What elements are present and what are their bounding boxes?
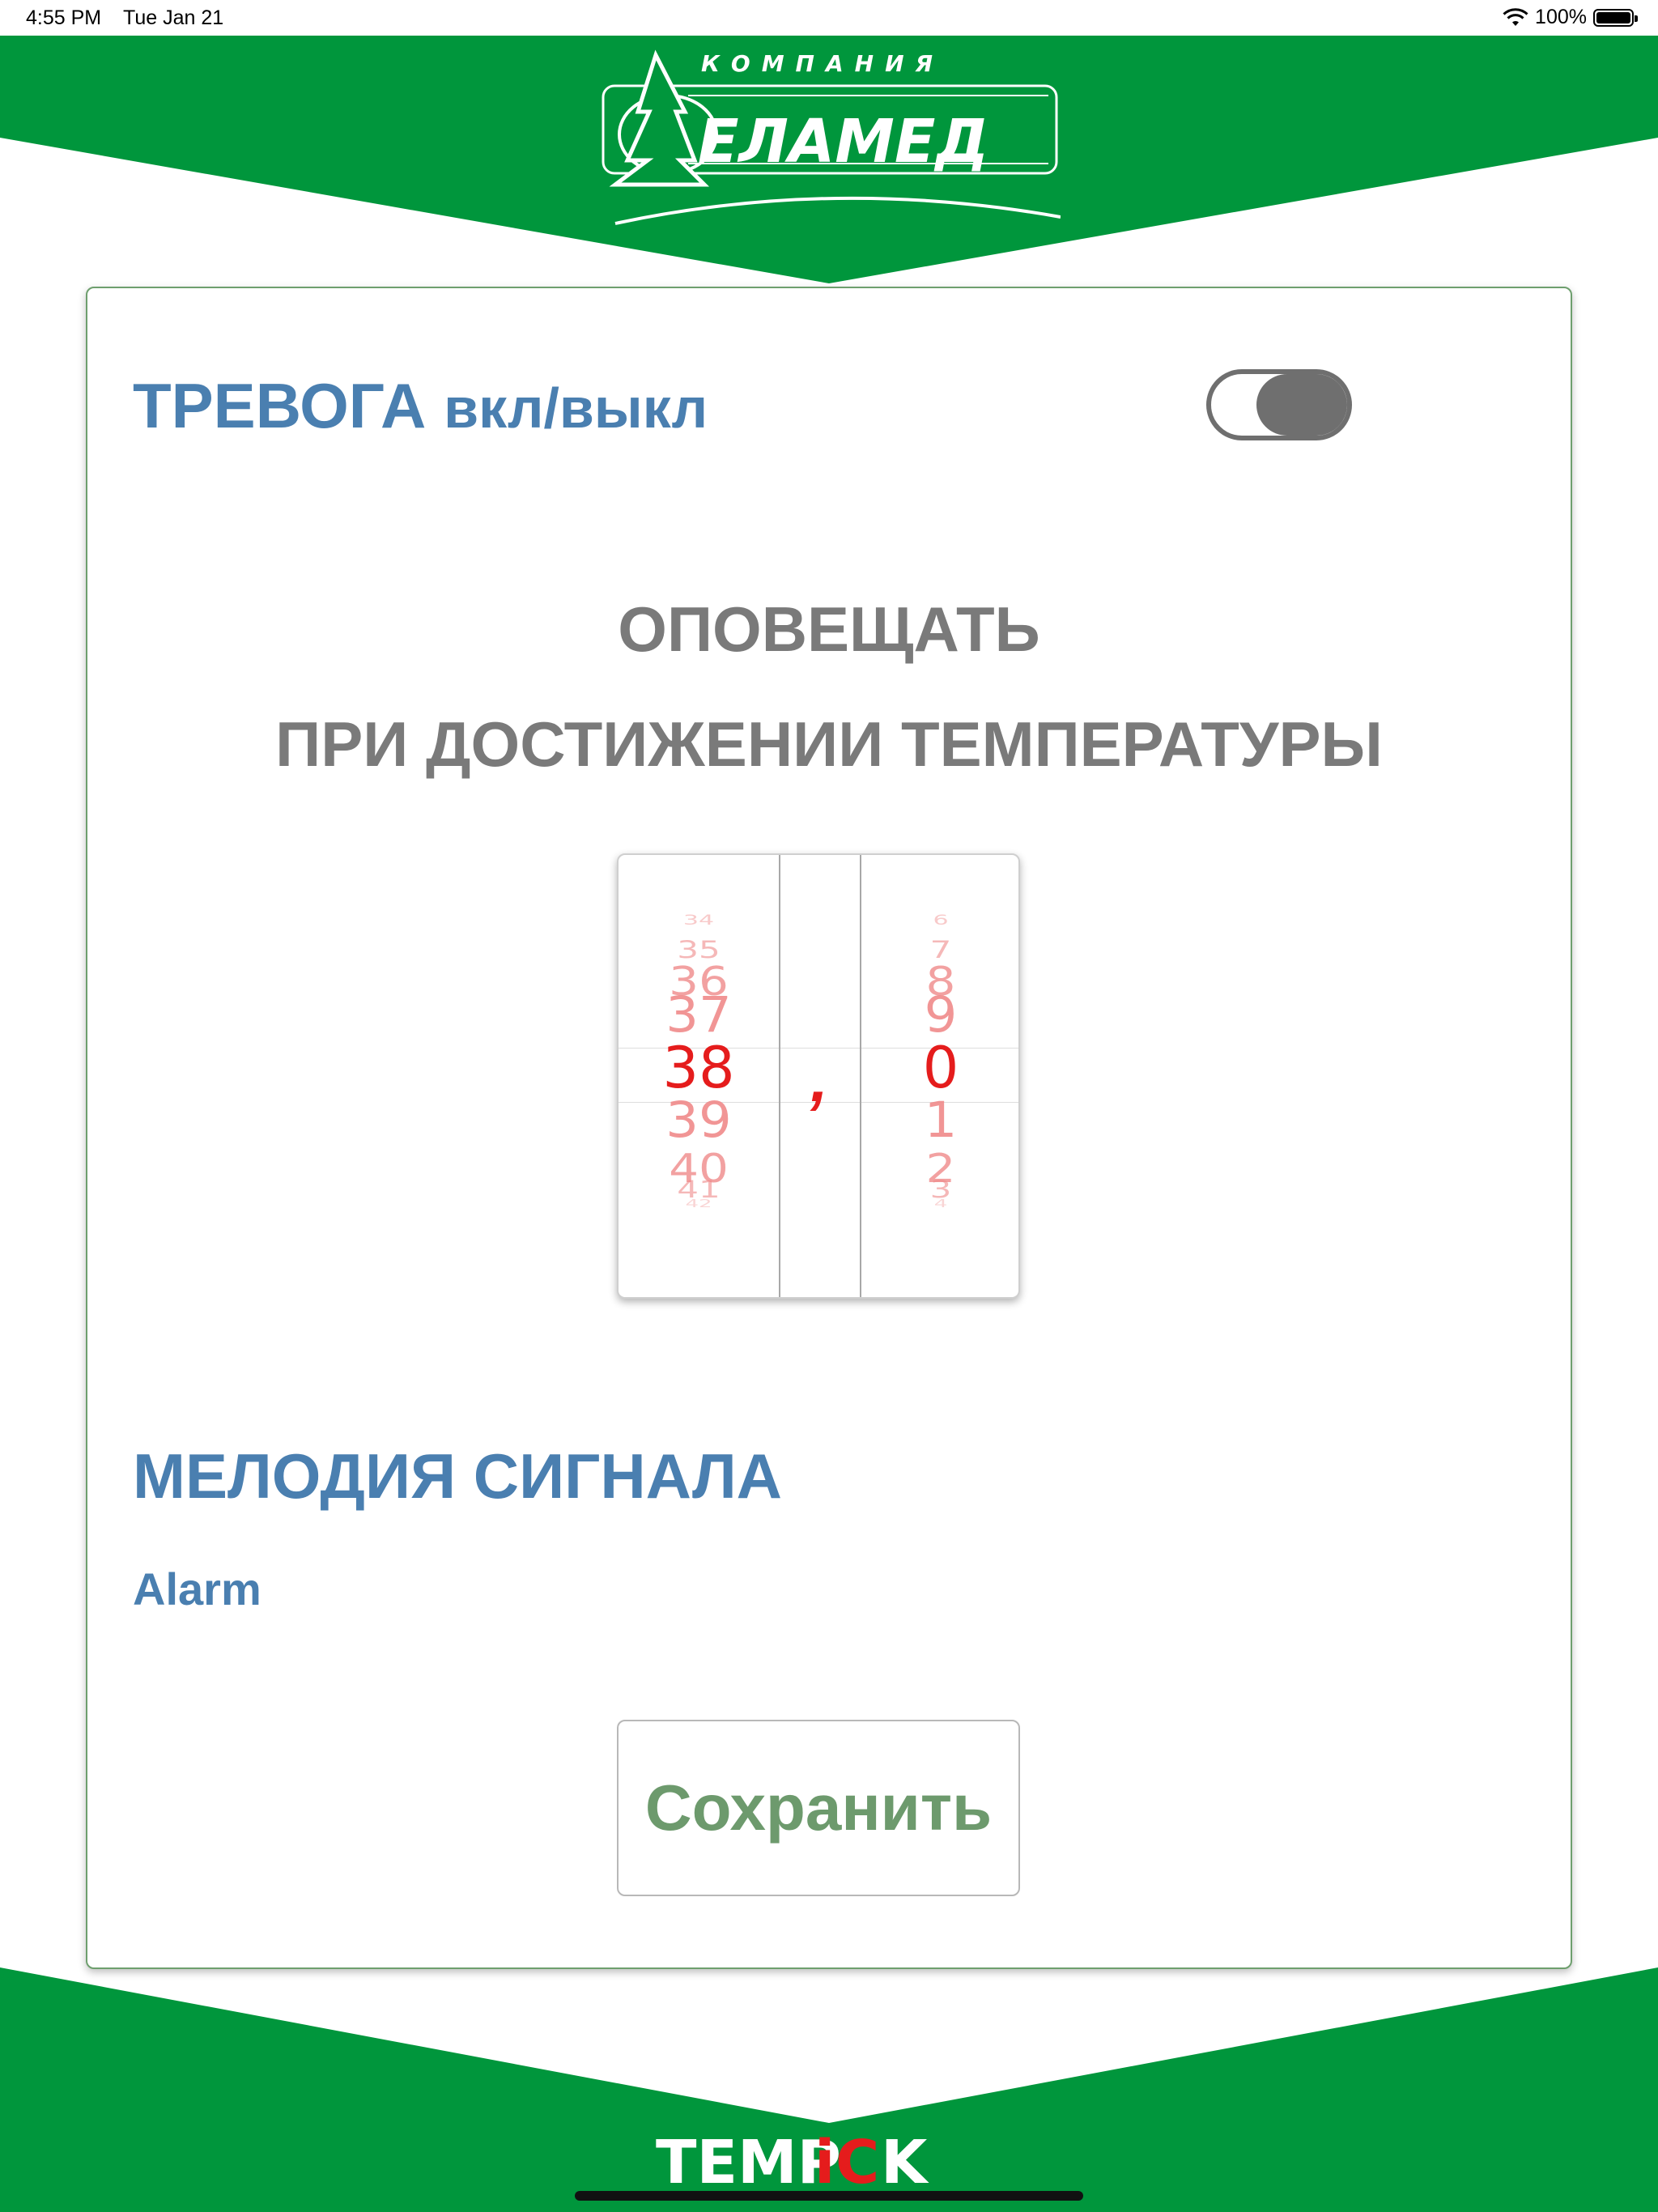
decimal-option[interactable]: 0 bbox=[861, 1040, 1018, 1096]
integer-option[interactable]: 34 bbox=[619, 913, 779, 928]
decimal-wheel[interactable]: 678901234 bbox=[861, 855, 1018, 1297]
notify-line-2: ПРИ ДОСТИЖЕНИИ ТЕМПЕРАТУРЫ bbox=[275, 708, 1383, 780]
settings-card: ТРЕВОГА вкл/выкл ОПОВЕЩАТЬ ПРИ ДОСТИЖЕНИ… bbox=[86, 287, 1572, 1969]
tempick-logo: TEMP i C K bbox=[656, 2128, 929, 2193]
svg-text:TEMP: TEMP bbox=[656, 2128, 841, 2193]
status-time: 4:55 PM bbox=[26, 6, 102, 29]
save-button[interactable]: Сохранить bbox=[617, 1720, 1020, 1896]
toggle-knob bbox=[1256, 374, 1347, 436]
integer-option[interactable]: 42 bbox=[619, 1199, 779, 1210]
battery-icon bbox=[1593, 8, 1638, 27]
temperature-picker: 34 35 36 37 38 39 40 41 42 , 678901234 bbox=[617, 853, 1020, 1299]
melody-value[interactable]: Alarm bbox=[133, 1563, 261, 1615]
alarm-title-sub: вкл/выкл bbox=[444, 376, 708, 440]
wifi-icon bbox=[1503, 7, 1528, 26]
notify-line-1: ОПОВЕЩАТЬ bbox=[618, 593, 1040, 665]
melody-title: МЕЛОДИЯ СИГНАЛА bbox=[133, 1440, 783, 1512]
status-indicators: 100% bbox=[1503, 6, 1638, 29]
svg-text:ЕЛАМЕД: ЕЛАМЕД bbox=[698, 107, 988, 177]
decimal-option[interactable]: 4 bbox=[861, 1199, 1018, 1210]
separator-column: , bbox=[779, 855, 861, 1297]
integer-option[interactable]: 37 bbox=[619, 991, 779, 1040]
integer-option[interactable]: 39 bbox=[619, 1096, 779, 1146]
decimal-option[interactable]: 9 bbox=[861, 991, 1018, 1040]
elamed-logo: КОМПАНИЯ ЕЛАМЕД bbox=[602, 49, 1061, 225]
alarm-toggle[interactable] bbox=[1206, 369, 1352, 440]
svg-text:C: C bbox=[835, 2128, 879, 2193]
decimal-option[interactable]: 6 bbox=[861, 913, 1018, 928]
svg-text:i: i bbox=[814, 2128, 835, 2193]
integer-option[interactable]: 38 bbox=[619, 1040, 779, 1096]
integer-wheel[interactable]: 34 35 36 37 38 39 40 41 42 bbox=[619, 855, 780, 1297]
home-indicator[interactable] bbox=[575, 2191, 1083, 2201]
decimal-option[interactable]: 1 bbox=[861, 1096, 1018, 1146]
battery-percent: 100% bbox=[1535, 6, 1587, 28]
alarm-title-main: ТРЕВОГА bbox=[133, 370, 427, 441]
svg-text:K: K bbox=[881, 2128, 929, 2193]
decimal-separator: , bbox=[810, 1044, 828, 1115]
battery-fill bbox=[1596, 11, 1630, 23]
status-bar: 4:55 PM Tue Jan 21 100% bbox=[0, 0, 1658, 36]
svg-text:КОМПАНИЯ: КОМПАНИЯ bbox=[701, 50, 944, 77]
status-date: Tue Jan 21 bbox=[123, 6, 224, 29]
alarm-title: ТРЕВОГА вкл/выкл bbox=[133, 369, 708, 443]
